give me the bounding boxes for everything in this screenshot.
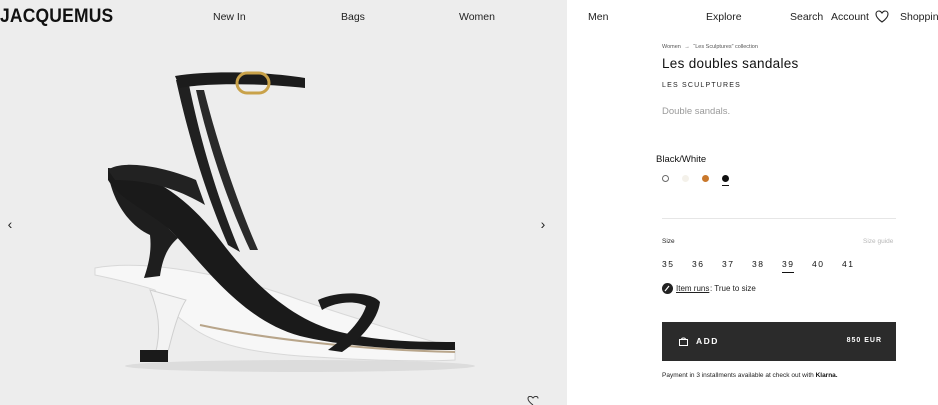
nav-bags[interactable]: Bags — [341, 11, 365, 23]
add-button-label: ADD — [696, 336, 719, 346]
breadcrumb-women[interactable]: Women — [662, 44, 681, 50]
nav-shopping[interactable]: Shopping — [900, 11, 938, 23]
breadcrumb-collection[interactable]: “Les Sculptures” collection — [693, 44, 758, 50]
product-title: Les doubles sandales — [662, 56, 799, 71]
wishlist-heart-icon[interactable] — [875, 10, 889, 23]
size-option[interactable]: 35 — [662, 259, 674, 269]
shopping-bag-icon — [679, 337, 688, 346]
size-option[interactable]: 37 — [722, 259, 734, 269]
nav-women[interactable]: Women — [459, 11, 495, 23]
wishlist-heart-icon[interactable] — [527, 396, 539, 405]
divider — [662, 218, 896, 219]
size-guide-link[interactable]: Size guide — [863, 238, 893, 245]
product-line: LES SCULPTURES — [662, 82, 742, 89]
price: 850 EUR — [846, 337, 882, 344]
size-option[interactable]: 38 — [752, 259, 764, 269]
nav-men[interactable]: Men — [588, 11, 608, 23]
color-swatch-white[interactable] — [662, 175, 669, 182]
nav-account[interactable]: Account — [831, 11, 869, 23]
next-image-arrow-icon[interactable]: › — [535, 214, 551, 234]
add-to-bag-button[interactable]: ADD 850 EUR — [662, 322, 896, 361]
fit-value: : True to size — [710, 284, 756, 293]
product-gallery: ‹ › — [0, 0, 567, 405]
color-swatch-caramel[interactable] — [702, 175, 709, 182]
size-option-selected[interactable]: 39 — [782, 259, 795, 273]
payment-text: Payment in 3 installments available at c… — [662, 372, 814, 379]
size-option[interactable]: 40 — [812, 259, 824, 269]
size-option[interactable]: 36 — [692, 259, 704, 269]
breadcrumb-separator: → — [684, 44, 690, 50]
nav-new-in[interactable]: New In — [213, 11, 246, 23]
fit-gauge-icon — [662, 283, 673, 294]
breadcrumb: Women → “Les Sculptures” collection — [662, 44, 758, 50]
sandal-image — [94, 71, 475, 372]
selected-color-name: Black/White — [656, 154, 707, 165]
size-label: Size — [662, 238, 675, 245]
color-swatch-black[interactable] — [722, 175, 729, 182]
nav-search[interactable]: Search — [790, 11, 823, 23]
selected-swatch-underline — [722, 185, 729, 186]
product-description: Double sandals. — [662, 106, 731, 117]
klarna-logo: Klarna. — [815, 372, 838, 379]
size-option[interactable]: 41 — [842, 259, 854, 269]
previous-image-arrow-icon[interactable]: ‹ — [2, 214, 18, 234]
nav-explore[interactable]: Explore — [706, 11, 742, 23]
item-runs-link[interactable]: Item runs — [676, 284, 709, 293]
brand-logo[interactable]: JACQUEMUS — [0, 6, 113, 28]
site-header: JACQUEMUS New In Bags Women Men Explore … — [0, 0, 938, 36]
color-swatch-cream[interactable] — [682, 175, 689, 182]
payment-info: Payment in 3 installments available at c… — [662, 372, 838, 379]
